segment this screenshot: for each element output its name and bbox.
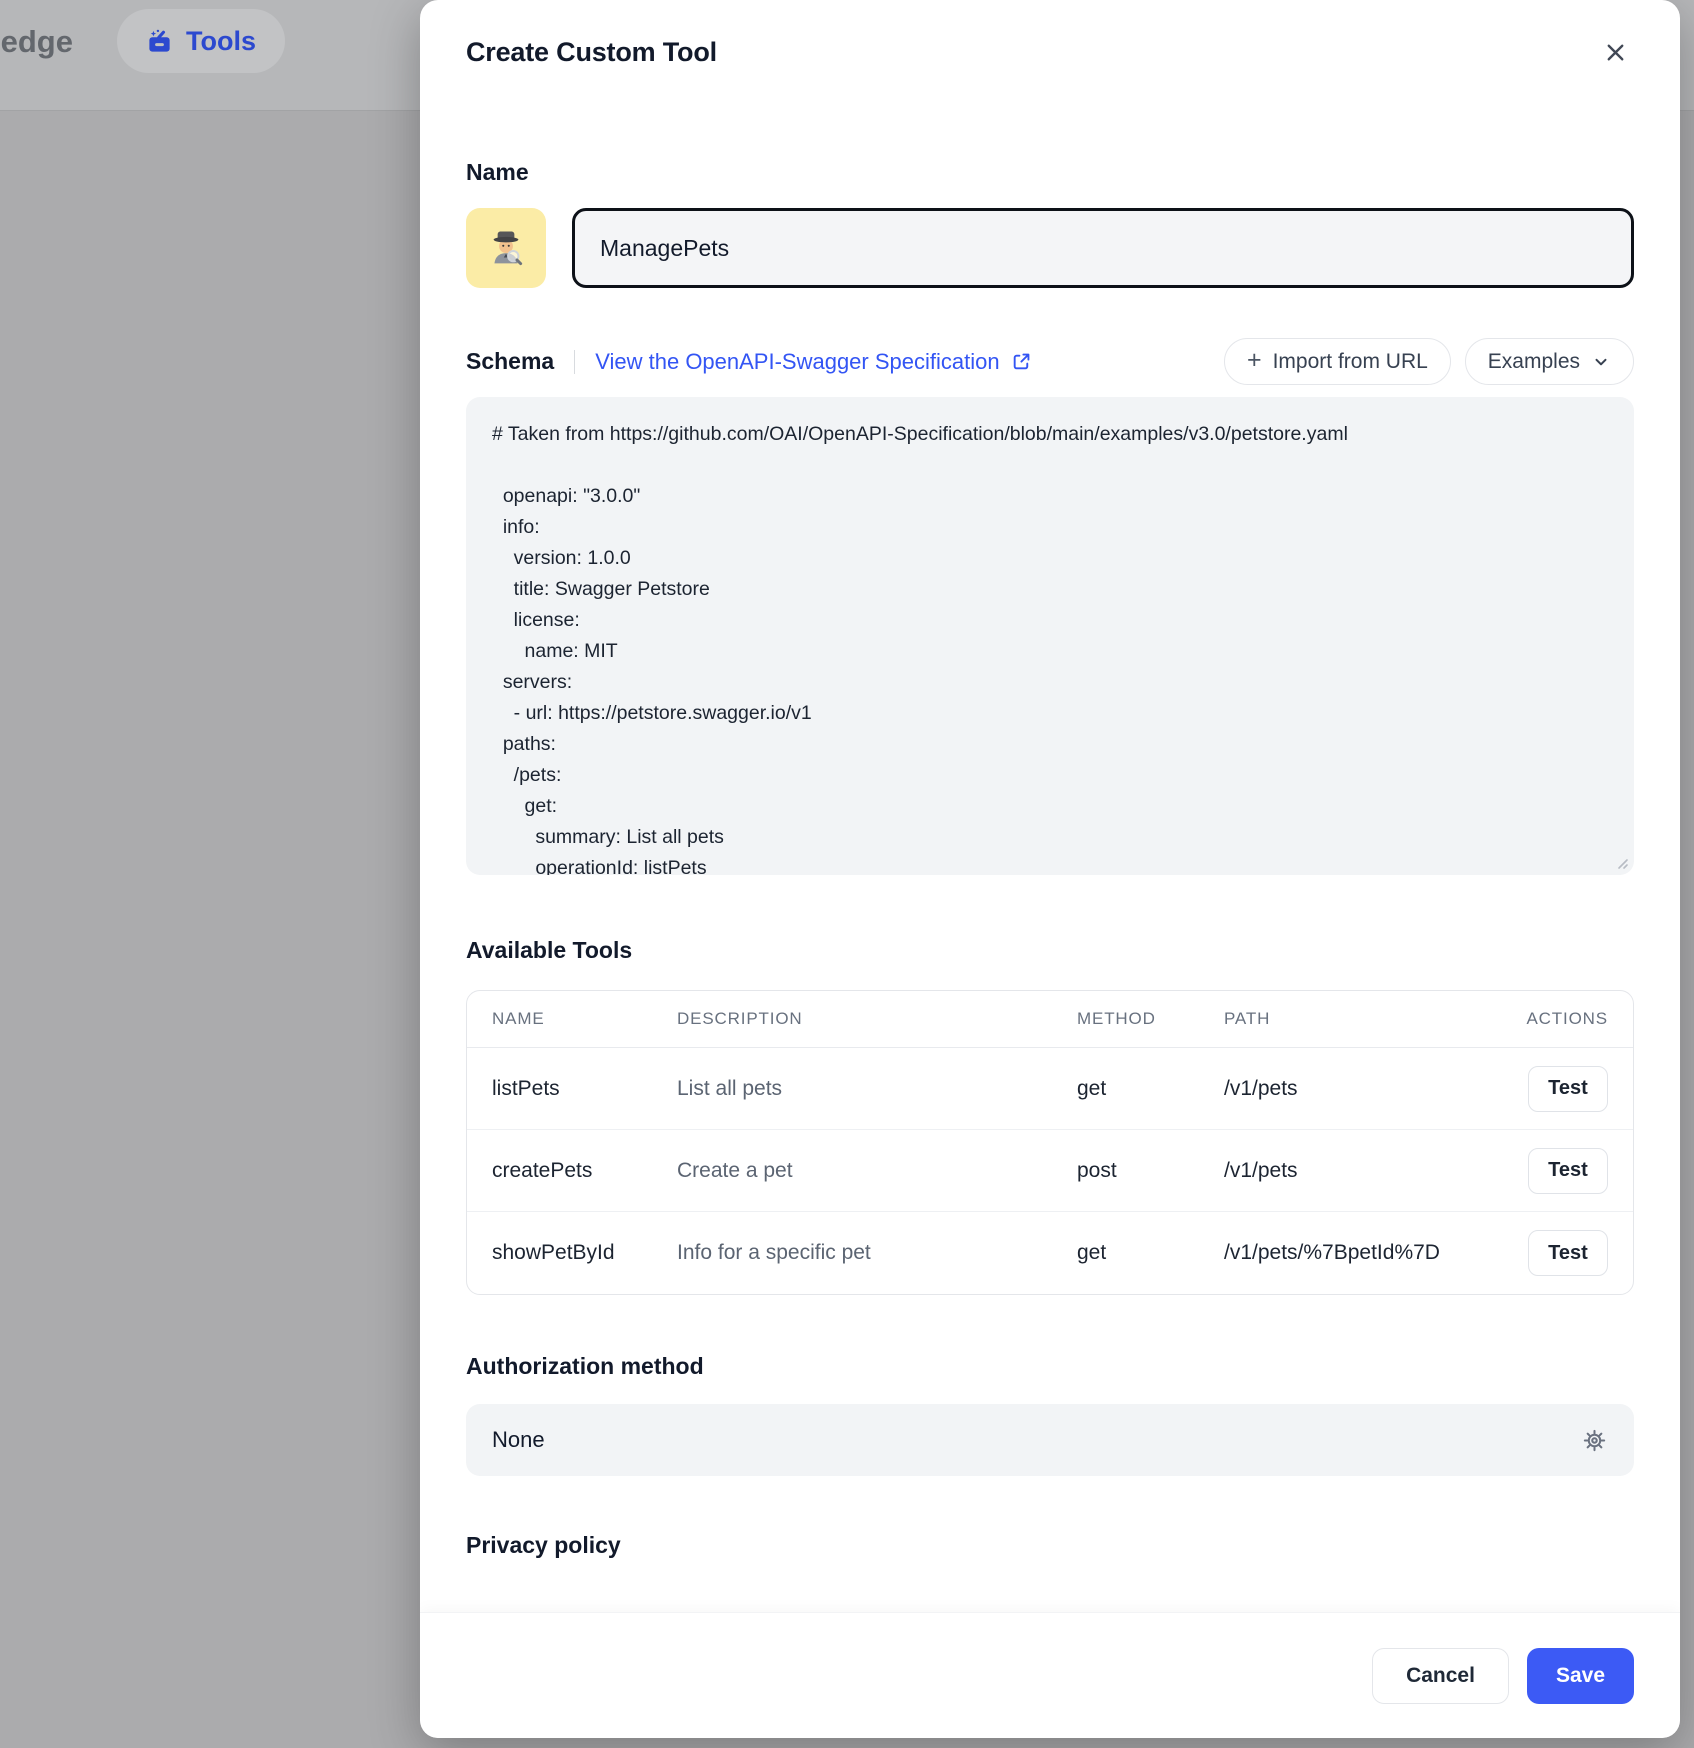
examples-label: Examples bbox=[1488, 350, 1580, 374]
import-from-url-label: Import from URL bbox=[1273, 350, 1428, 374]
tool-name: listPets bbox=[492, 1077, 677, 1101]
name-section-label: Name bbox=[466, 159, 1634, 186]
modal-title: Create Custom Tool bbox=[466, 37, 717, 68]
table-header-row: NAME DESCRIPTION METHOD PATH ACTIONS bbox=[467, 991, 1633, 1048]
tool-description: List all pets bbox=[677, 1077, 1077, 1101]
openapi-spec-link[interactable]: View the OpenAPI-Swagger Specification bbox=[595, 349, 1031, 375]
authorization-method-heading: Authorization method bbox=[466, 1353, 1634, 1380]
tool-method: post bbox=[1077, 1159, 1224, 1183]
chevron-down-icon bbox=[1591, 352, 1611, 372]
tool-path: /v1/pets bbox=[1224, 1159, 1498, 1183]
tool-icon-picker[interactable] bbox=[466, 208, 546, 288]
test-button[interactable]: Test bbox=[1528, 1066, 1608, 1112]
tool-name: showPetById bbox=[492, 1241, 677, 1265]
column-header-actions: ACTIONS bbox=[1526, 1009, 1608, 1029]
tool-path: /v1/pets bbox=[1224, 1077, 1498, 1101]
divider bbox=[574, 350, 575, 374]
resize-handle-icon[interactable] bbox=[1613, 854, 1629, 870]
tool-name: createPets bbox=[492, 1159, 677, 1183]
cancel-button[interactable]: Cancel bbox=[1372, 1648, 1509, 1704]
tab-tools-label: Tools bbox=[186, 26, 256, 57]
tool-description: Info for a specific pet bbox=[677, 1241, 1077, 1265]
nav-item-knowledge-partial[interactable]: ledge bbox=[0, 24, 73, 60]
plus-icon: + bbox=[1247, 348, 1262, 373]
detective-emoji-icon bbox=[484, 226, 528, 270]
tool-description: Create a pet bbox=[677, 1159, 1077, 1183]
modal-footer: Cancel Save bbox=[420, 1612, 1680, 1738]
table-row: showPetById Info for a specific pet get … bbox=[467, 1212, 1633, 1294]
column-header-name: NAME bbox=[492, 1009, 677, 1029]
privacy-policy-heading: Privacy policy bbox=[466, 1532, 1634, 1559]
schema-actions: + Import from URL Examples bbox=[1224, 338, 1634, 385]
close-button[interactable] bbox=[1596, 33, 1634, 71]
column-header-path: PATH bbox=[1224, 1009, 1498, 1029]
authorization-method-value: None bbox=[492, 1427, 545, 1453]
authorization-method-selector[interactable]: None bbox=[466, 1404, 1634, 1476]
page: ledge Tools Create Custom Tool bbox=[0, 0, 1694, 1748]
column-header-method: METHOD bbox=[1077, 1009, 1224, 1029]
test-button[interactable]: Test bbox=[1528, 1148, 1608, 1194]
external-link-icon bbox=[1011, 351, 1032, 372]
modal-content: Create Custom Tool Name bbox=[420, 0, 1680, 1738]
name-row bbox=[466, 208, 1634, 288]
tool-method: get bbox=[1077, 1077, 1224, 1101]
available-tools-table: NAME DESCRIPTION METHOD PATH ACTIONS lis… bbox=[466, 990, 1634, 1295]
examples-dropdown[interactable]: Examples bbox=[1465, 338, 1634, 385]
table-row: listPets List all pets get /v1/pets Test bbox=[467, 1048, 1633, 1130]
x-icon bbox=[1602, 39, 1629, 66]
save-button[interactable]: Save bbox=[1527, 1648, 1634, 1704]
modal-header: Create Custom Tool bbox=[466, 0, 1634, 71]
toolbox-icon bbox=[146, 28, 173, 55]
column-header-description: DESCRIPTION bbox=[677, 1009, 1077, 1029]
tool-name-input[interactable] bbox=[572, 208, 1634, 288]
gear-icon bbox=[1581, 1427, 1608, 1454]
schema-text: # Taken from https://github.com/OAI/Open… bbox=[466, 397, 1634, 875]
table-row: createPets Create a pet post /v1/pets Te… bbox=[467, 1130, 1633, 1212]
authorization-settings-button[interactable] bbox=[1581, 1427, 1608, 1454]
create-custom-tool-modal: Create Custom Tool Name bbox=[420, 0, 1680, 1738]
tab-tools[interactable]: Tools bbox=[117, 9, 285, 73]
tool-path: /v1/pets/%7BpetId%7D bbox=[1224, 1241, 1498, 1265]
available-tools-heading: Available Tools bbox=[466, 937, 1634, 964]
schema-section-label: Schema bbox=[466, 348, 554, 375]
test-button[interactable]: Test bbox=[1528, 1230, 1608, 1276]
schema-textarea[interactable]: # Taken from https://github.com/OAI/Open… bbox=[466, 397, 1634, 875]
openapi-spec-link-label: View the OpenAPI-Swagger Specification bbox=[595, 349, 999, 375]
import-from-url-button[interactable]: + Import from URL bbox=[1224, 338, 1451, 385]
tool-method: get bbox=[1077, 1241, 1224, 1265]
schema-header-row: Schema View the OpenAPI-Swagger Specific… bbox=[466, 338, 1634, 385]
